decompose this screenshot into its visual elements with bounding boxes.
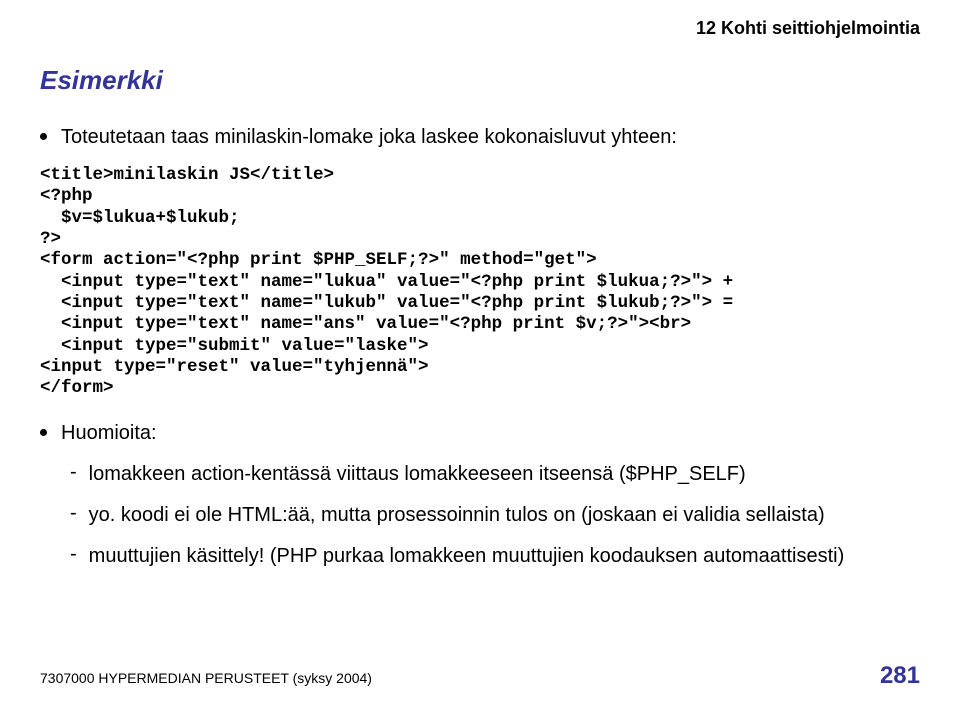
dash-icon: - [70, 502, 77, 525]
bullet-icon [40, 429, 47, 436]
slide-title: Esimerkki [40, 65, 920, 96]
sub-text: muuttujien käsittely! (PHP purkaa lomakk… [89, 543, 845, 570]
sub-text: yo. koodi ei ole HTML:ää, mutta prosesso… [89, 502, 825, 529]
course-code: 7307000 HYPERMEDIAN PERUSTEET (syksy 200… [40, 670, 372, 686]
page-number: 281 [880, 662, 920, 690]
list-item: - muuttujien käsittely! (PHP purkaa loma… [70, 543, 920, 570]
code-block: <title>minilaskin JS</title> <?php $v=$l… [40, 165, 920, 400]
footer: 7307000 HYPERMEDIAN PERUSTEET (syksy 200… [40, 662, 920, 690]
dash-icon: - [70, 461, 77, 484]
bullet-icon [40, 133, 47, 140]
bullet-text: Toteutetaan taas minilaskin-lomake joka … [61, 124, 677, 151]
bullet-item: Toteutetaan taas minilaskin-lomake joka … [40, 124, 920, 151]
dash-icon: - [70, 543, 77, 566]
chapter-heading: 12 Kohti seittiohjelmointia [40, 18, 920, 39]
list-item: - lomakkeen action-kentässä viittaus lom… [70, 461, 920, 488]
sub-text: lomakkeen action-kentässä viittaus lomak… [89, 461, 746, 488]
list-item: - yo. koodi ei ole HTML:ää, mutta proses… [70, 502, 920, 529]
sub-list: - lomakkeen action-kentässä viittaus lom… [70, 461, 920, 570]
bullet-text: Huomioita: [61, 420, 157, 447]
bullet-item: Huomioita: [40, 420, 920, 447]
